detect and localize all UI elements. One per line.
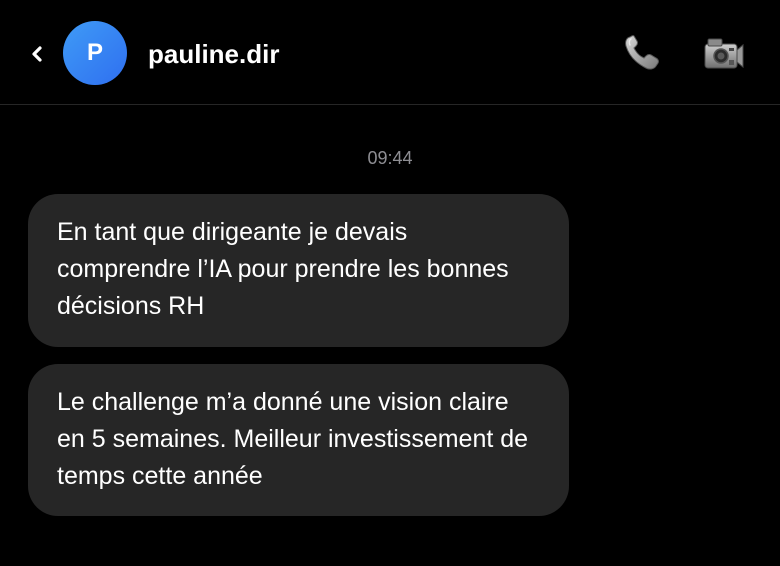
message-bubble[interactable]: En tant que dirigeante je devais compren… (28, 194, 569, 347)
message-timestamp: 09:44 (367, 148, 413, 168)
video-call-button[interactable] (700, 32, 746, 74)
phone-icon (625, 35, 659, 70)
chat-header: P pauline.dir (0, 0, 780, 105)
avatar-initial: P (86, 39, 103, 66)
back-button[interactable] (30, 40, 46, 68)
avatar[interactable]: P (63, 21, 127, 85)
call-button[interactable] (620, 32, 666, 74)
chevron-left-icon (32, 46, 42, 62)
video-camera-icon (704, 38, 744, 69)
message-bubble[interactable]: Le challenge m’a donné une vision claire… (28, 364, 569, 516)
contact-username[interactable]: pauline.dir (148, 38, 279, 70)
